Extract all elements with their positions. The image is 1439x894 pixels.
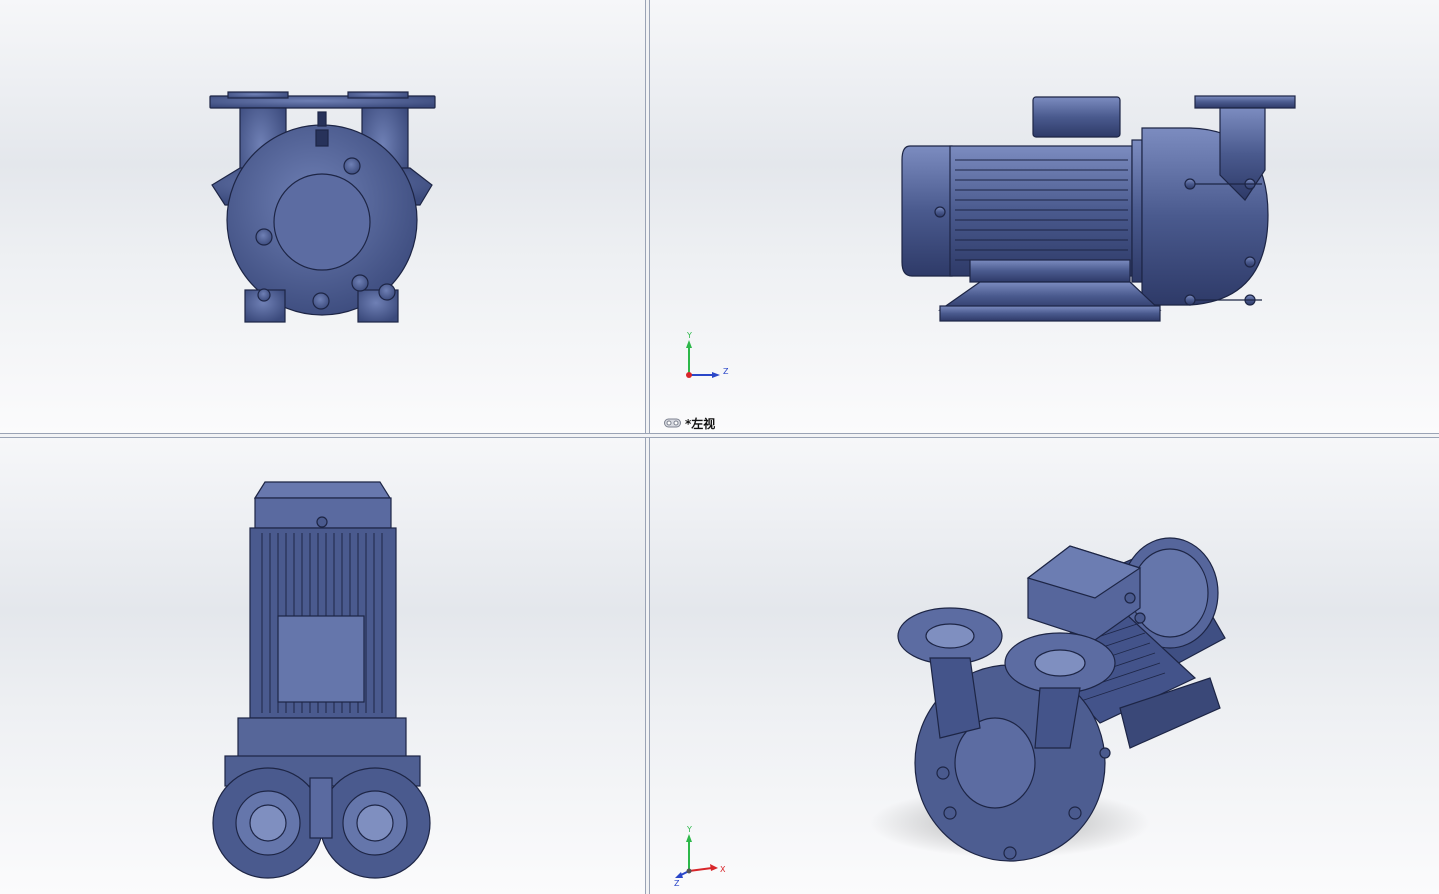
- triad-label-x: X: [720, 865, 726, 874]
- triad-label-y: Y: [686, 331, 692, 340]
- glasses-camera-icon: [664, 418, 681, 428]
- triad-label-y: Y: [686, 826, 692, 834]
- triad-label-z: Z: [723, 367, 729, 376]
- pump-isometric-model[interactable]: [650, 438, 1439, 894]
- pump-top-view-model[interactable]: [0, 438, 645, 894]
- viewport-isometric[interactable]: Y X Z: [650, 438, 1439, 894]
- pump-left-view-model[interactable]: [650, 0, 1439, 433]
- view-orientation-label: *左视: [664, 415, 715, 431]
- coordinate-triad-isometric: Y X Z: [674, 826, 726, 886]
- pump-front-view-model[interactable]: [0, 0, 645, 433]
- triad-label-z: Z: [674, 879, 680, 886]
- viewport-front[interactable]: [0, 0, 645, 433]
- coordinate-triad-left-view: Y Z: [686, 331, 729, 378]
- viewport-top[interactable]: [0, 438, 645, 894]
- view-name: *左视: [685, 416, 716, 431]
- viewport-left[interactable]: Y Z *左视: [650, 0, 1439, 433]
